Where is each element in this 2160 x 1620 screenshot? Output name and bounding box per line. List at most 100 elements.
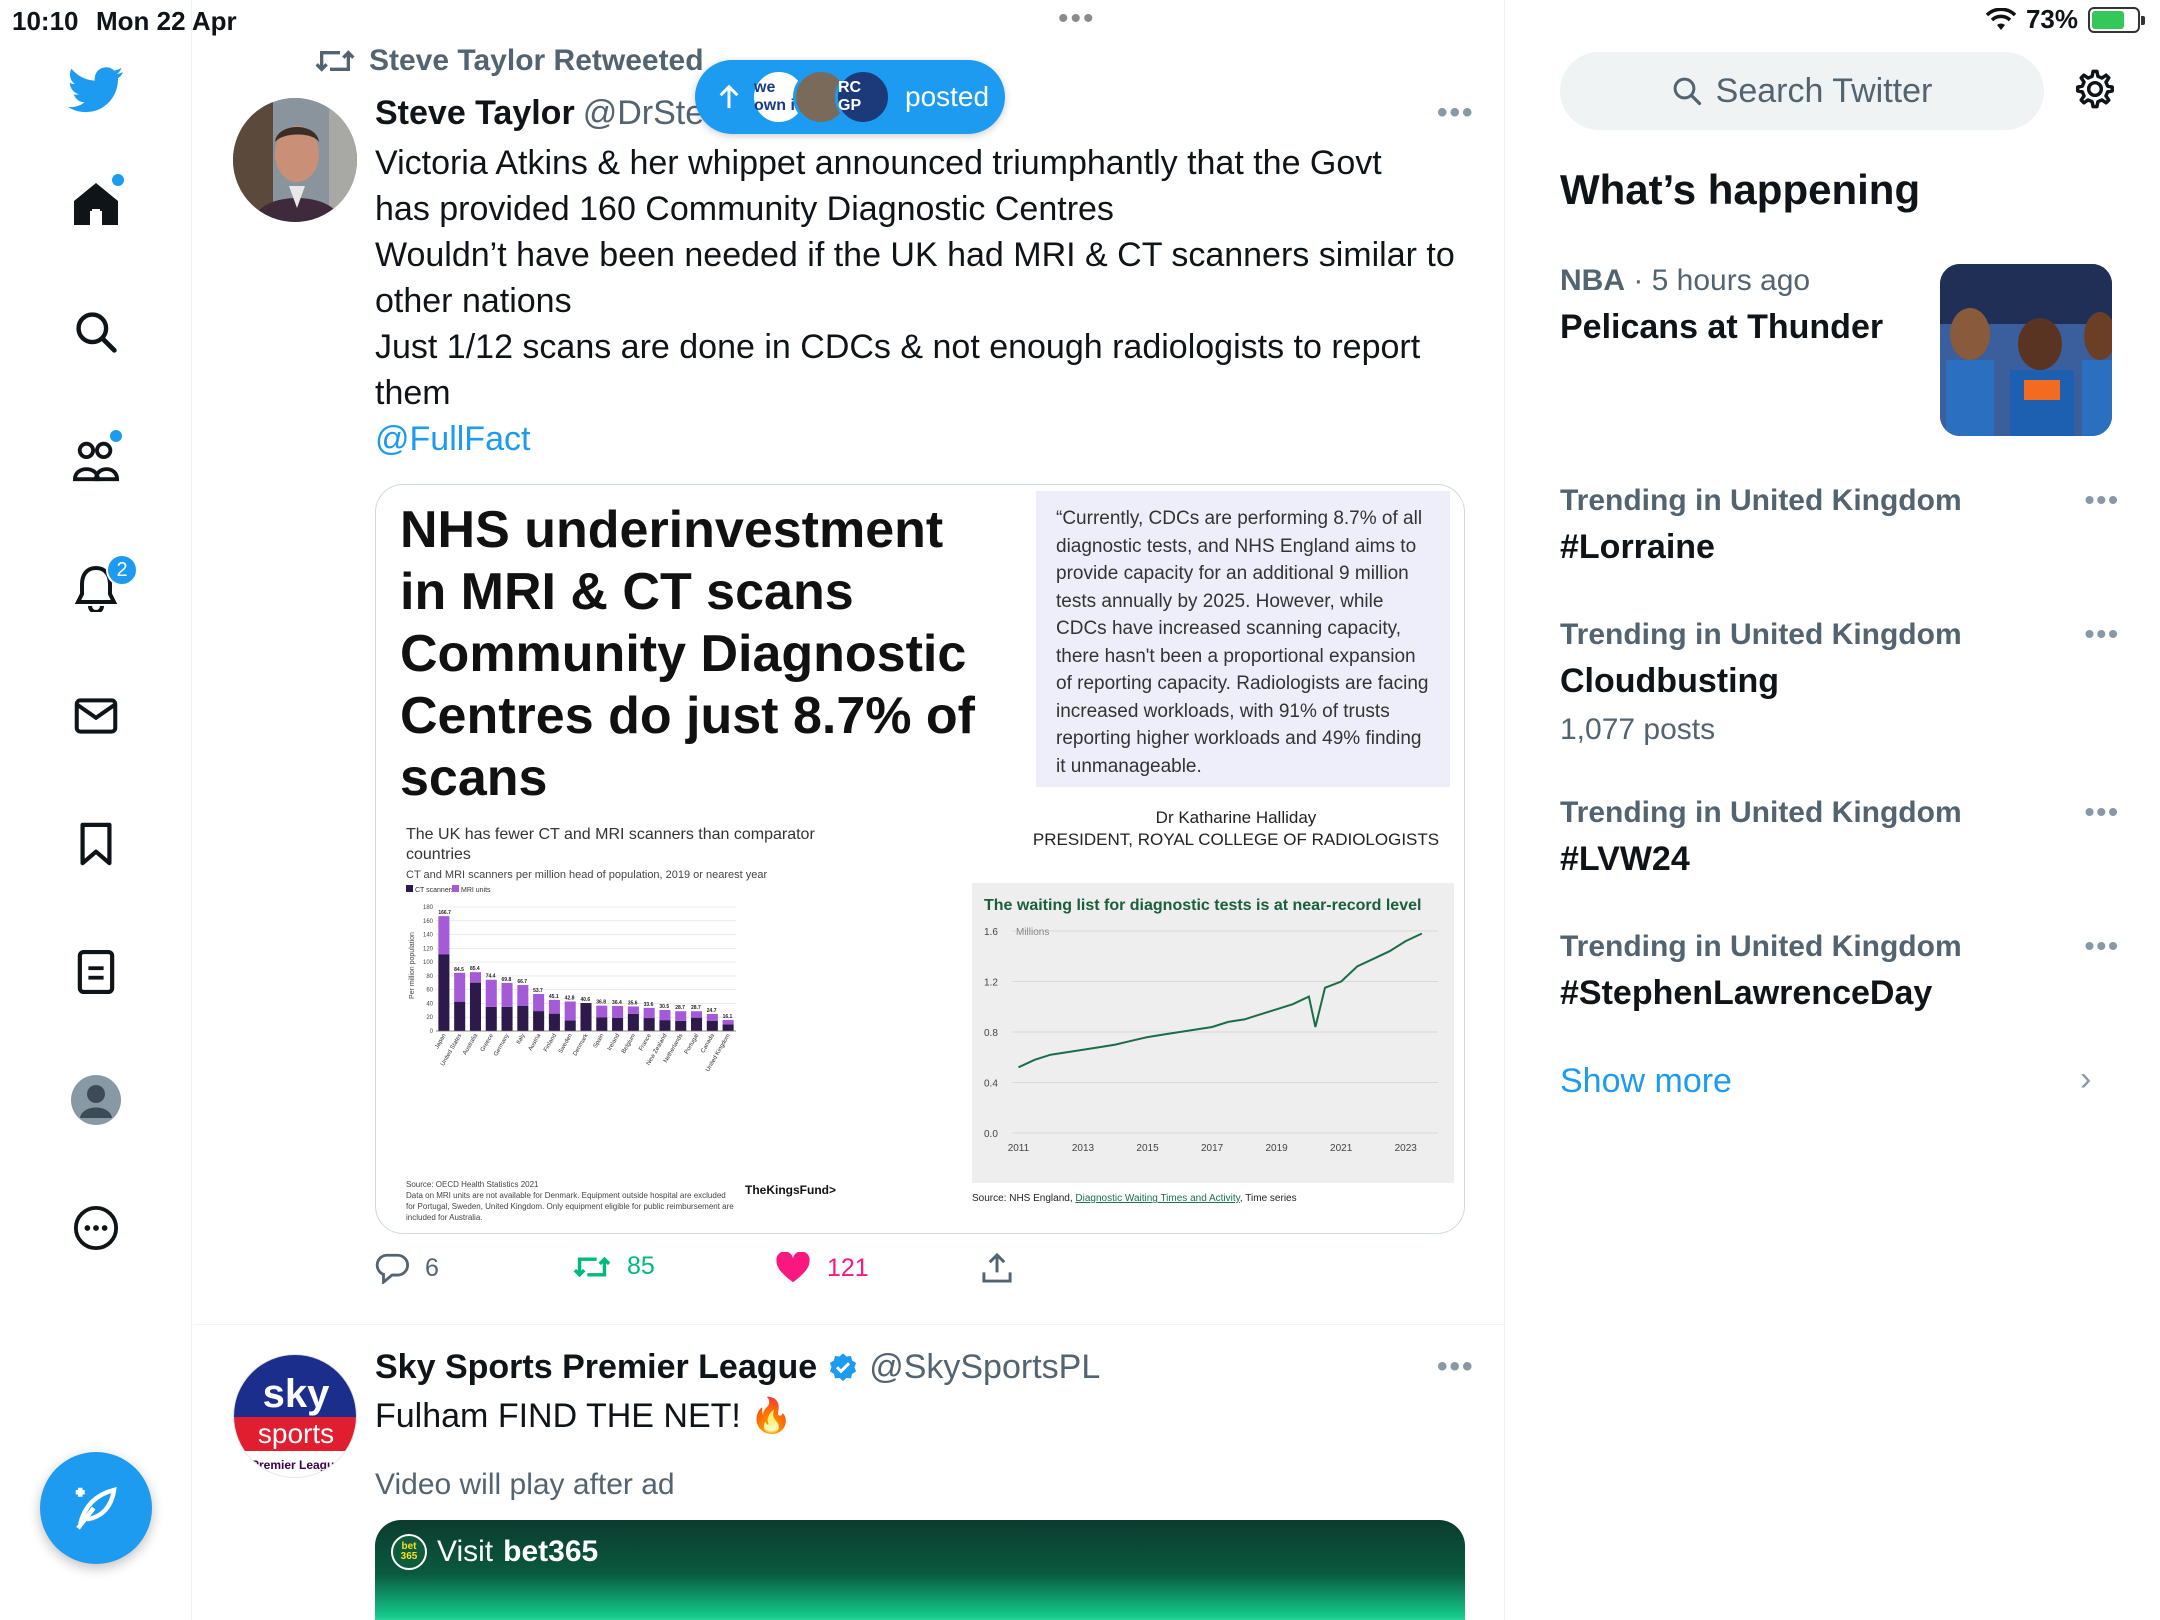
communities-icon[interactable] [66,430,126,490]
retweet-button[interactable]: 85 [573,1252,655,1281]
trend-item-lorraine[interactable]: Trending in United Kingdom #Lorraine ••• [1560,484,2120,567]
tweet2-header: Sky Sports Premier League @SkySportsPL [375,1348,1100,1387]
bar-mri [627,1006,639,1014]
bar-ct [580,1003,592,1031]
media-title: NHS underinvestment in MRI & CT scans Co… [400,501,975,807]
visit-label: Visit [437,1535,494,1568]
author-name[interactable]: Steve Taylor [375,94,575,132]
bar-mri [659,1009,671,1021]
chevron-right-icon[interactable]: › [2080,1060,2091,1099]
settings-gear-icon[interactable] [2072,66,2118,117]
messages-icon[interactable] [66,686,126,746]
bar-category-label: Denmark [572,1032,590,1057]
bar-ct [675,1020,687,1031]
nba-thumbnail[interactable] [1940,264,2112,436]
trend-context: Trending in United Kingdom [1560,930,1962,963]
battery-percent: 73% [2025,4,2078,34]
tweet-media-image[interactable]: NHS underinvestment in MRI & CT scans Co… [375,484,1465,1234]
bar-y-tick: 20 [426,1015,433,1021]
bar-total-label: 40.6 [580,997,590,1003]
like-button[interactable]: 121 [775,1252,869,1284]
notifications-icon[interactable]: 2 [66,554,138,618]
search-input[interactable]: Search Twitter [1560,52,2044,130]
trend-more-icon[interactable]: ••• [2085,618,2120,650]
search-icon[interactable] [66,302,126,362]
battery-icon [2088,6,2145,33]
visit-advertiser-button[interactable]: bet 365 Visit bet365 [391,1534,598,1570]
tweet-more-icon[interactable]: ••• [1437,96,1475,130]
bar-ct [469,982,481,1031]
twitter-logo-icon[interactable] [66,60,126,120]
bar-category-label: Canada [700,1032,716,1054]
line-source-link: Diagnostic Waiting Times and Activity [1075,1193,1240,1204]
lists-icon[interactable] [66,942,126,1002]
status-right: 73% [1985,4,2145,35]
show-more-link[interactable]: Show more [1560,1062,1732,1101]
bar-ct [517,1005,529,1031]
bar-total-label: 24.7 [707,1008,717,1014]
bet365-logo-icon: bet 365 [391,1534,427,1570]
bar-chart-footnote: Source: OECD Health Statistics 2021 Data… [406,1179,736,1223]
bar-total-label: 35.6 [628,1000,638,1006]
profile-icon[interactable] [66,1070,126,1130]
trend-item-lvw24[interactable]: Trending in United Kingdom #LVW24 ••• [1560,796,2120,879]
home-icon[interactable] [66,174,126,234]
retweeted-by[interactable]: Steve Taylor Retweeted [369,44,704,78]
line-chart-title: The waiting list for diagnostic tests is… [984,897,1422,914]
video-ad-notice: Video will play after ad [375,1468,675,1501]
new-posts-pill[interactable]: we own it RC GP posted [695,60,1005,134]
skysports-name[interactable]: Sky Sports Premier League [375,1348,817,1387]
skysports-avatar[interactable]: sky sports Premier League [233,1354,357,1478]
bar-mri [612,1005,624,1018]
sports-text: sports [258,1418,334,1449]
attribution-role: PRESIDENT, ROYAL COLLEGE OF RADIOLOGISTS [1032,830,1440,849]
like-count: 121 [827,1253,869,1282]
trend-item-stephenlawrenceday[interactable]: Trending in United Kingdom #StephenLawre… [1560,930,2120,1013]
retweet-icon [315,50,355,72]
bar-mri [643,1007,655,1019]
bar-total-label: 84.5 [454,967,464,973]
compose-button[interactable] [40,1452,152,1564]
battery-fill [2092,10,2125,29]
bar-ct [627,1013,639,1031]
bar-mri [596,1005,608,1018]
bar-mri [501,982,513,1007]
retweet-action-icon [573,1256,611,1277]
video-player[interactable]: bet 365 Visit bet365 [375,1520,1465,1620]
trend-context: Trending in United Kingdom [1560,484,1962,517]
skysports-handle[interactable]: @SkySportsPL [869,1348,1100,1387]
verified-badge-icon [830,1352,857,1381]
tweet-divider [193,1324,1505,1325]
tweet2-more-icon[interactable]: ••• [1437,1350,1475,1384]
bar-ct [548,1013,560,1031]
bookmarks-icon[interactable] [66,814,126,874]
more-icon[interactable] [66,1198,126,1258]
trend-more-icon[interactable]: ••• [2085,484,2120,516]
bar-total-label: 42.8 [565,996,575,1002]
author-handle[interactable]: @DrSte [583,94,704,132]
trend-more-icon[interactable]: ••• [2085,930,2120,962]
bar-y-tick: 60 [426,988,433,994]
bar-category-label: Australia [462,1032,479,1056]
author-avatar[interactable] [233,98,357,222]
trend-item-cloudbusting[interactable]: Trending in United Kingdom Cloudbusting … [1560,618,2120,747]
tweet-text: Victoria Atkins & her whippet announced … [375,140,1465,462]
tweet-line: them [375,374,451,412]
bar-ct [706,1020,718,1031]
mention-link[interactable]: @FullFact [375,416,1465,462]
reply-button[interactable]: 6 [375,1252,439,1284]
share-button[interactable] [981,1252,1013,1284]
bar-category-label: Portugal [684,1033,700,1055]
share-icon [982,1252,1012,1283]
bar-category-label: Austria [528,1032,543,1052]
line-chart-source: Source: NHS England, Diagnostic Waiting … [972,1193,1297,1204]
tweet2-text: Fulham FIND THE NET! 🔥 [375,1397,793,1435]
bar-total-label: 28.7 [691,1005,701,1011]
communities-unread-dot [110,430,122,442]
bar-mri [438,916,450,955]
whats-happening-heading: What’s happening [1560,166,1921,213]
trend-more-icon[interactable]: ••• [2085,796,2120,828]
bar-mri [469,972,481,983]
reply-icon [375,1253,409,1284]
nba-headline[interactable]: Pelicans at Thunder [1560,308,1883,347]
